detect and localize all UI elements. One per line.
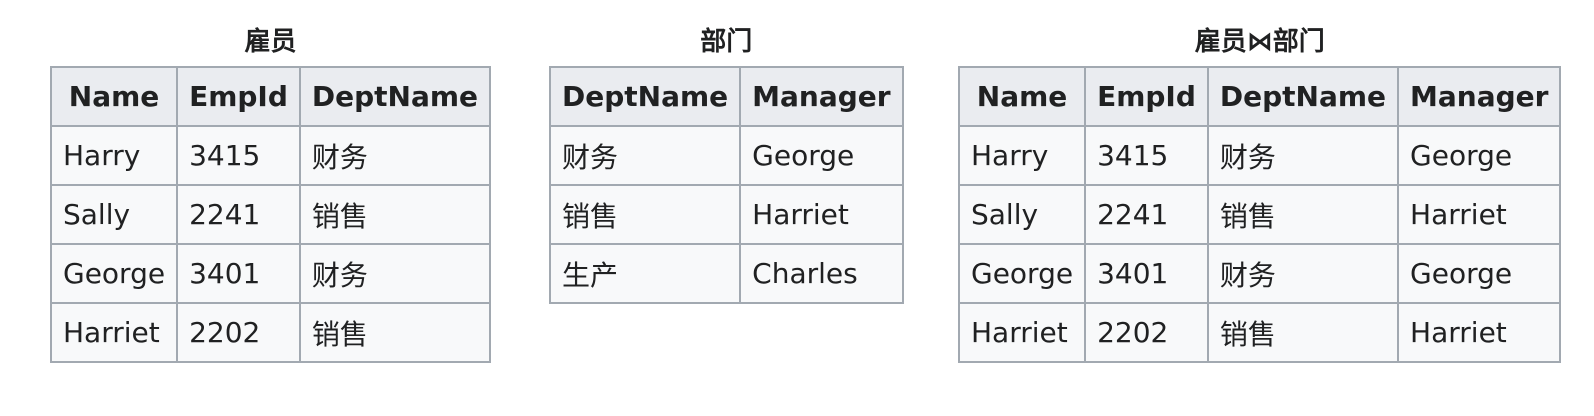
column-header: Manager [1397,66,1562,127]
table-cell: 3401 [176,243,301,304]
join-table: Name EmpId DeptName Manager Harry 3415 财… [957,66,1562,363]
table-cell: 财务 [1206,243,1400,304]
table-row: 销售 Harriet [548,184,904,245]
table-cell: 财务 [298,243,492,304]
column-header: DeptName [1206,66,1400,127]
table-cell: George [957,243,1087,304]
table-row: Harriet 2202 销售 Harriet [957,302,1562,363]
table-cell: 销售 [1206,302,1400,363]
table-cell: Sally [49,184,179,245]
table-row: Harry 3415 财务 [49,125,492,186]
employee-table-block: 雇员 Name EmpId DeptName Harry 3415 财务 Sal… [49,22,492,363]
table-row: Sally 2241 销售 Harriet [957,184,1562,245]
table-cell: 生产 [548,243,742,304]
table-cell: 3415 [176,125,301,186]
table-cell: 销售 [298,302,492,363]
table-cell: 2202 [176,302,301,363]
table-cell: Harriet [739,184,904,245]
table-row: George 3401 财务 George [957,243,1562,304]
table-caption: 部门 [700,27,753,57]
table-cell: George [739,125,904,186]
table-cell: Harry [49,125,179,186]
table-cell: 财务 [298,125,492,186]
table-cell: 销售 [548,184,742,245]
column-header: DeptName [548,66,742,127]
header-row: DeptName Manager [548,66,904,127]
column-header: EmpId [176,66,301,127]
table-cell: Harriet [1397,302,1562,363]
table-row: Sally 2241 销售 [49,184,492,245]
table-row: Harry 3415 财务 George [957,125,1562,186]
header-row: Name EmpId DeptName Manager [957,66,1562,127]
department-table-block: 部门 DeptName Manager 财务 George 销售 Harriet… [548,22,904,304]
join-table-block: 雇员⋈部门 Name EmpId DeptName Manager Harry … [957,22,1562,363]
table-cell: 2241 [1084,184,1209,245]
employee-table: Name EmpId DeptName Harry 3415 财务 Sally … [49,66,492,363]
table-cell: Harriet [49,302,179,363]
table-cell: 财务 [548,125,742,186]
table-cell: 2241 [176,184,301,245]
table-caption: 雇员⋈部门 [1194,27,1325,57]
table-cell: 销售 [298,184,492,245]
department-table: DeptName Manager 财务 George 销售 Harriet 生产… [548,66,904,304]
table-cell: George [49,243,179,304]
table-cell: Sally [957,184,1087,245]
table-cell: 2202 [1084,302,1209,363]
header-row: Name EmpId DeptName [49,66,492,127]
table-row: 生产 Charles [548,243,904,304]
column-header: EmpId [1084,66,1209,127]
table-cell: George [1397,243,1562,304]
column-header: DeptName [298,66,492,127]
table-cell: George [1397,125,1562,186]
table-cell: 财务 [1206,125,1400,186]
table-row: 财务 George [548,125,904,186]
table-row: George 3401 财务 [49,243,492,304]
table-cell: Harry [957,125,1087,186]
table-cell: Charles [739,243,904,304]
table-cell: 销售 [1206,184,1400,245]
table-cell: Harriet [1397,184,1562,245]
table-cell: Harriet [957,302,1087,363]
table-row: Harriet 2202 销售 [49,302,492,363]
column-header: Name [957,66,1087,127]
column-header: Name [49,66,179,127]
table-caption: 雇员 [244,27,297,57]
table-cell: 3401 [1084,243,1209,304]
table-cell: 3415 [1084,125,1209,186]
column-header: Manager [739,66,904,127]
